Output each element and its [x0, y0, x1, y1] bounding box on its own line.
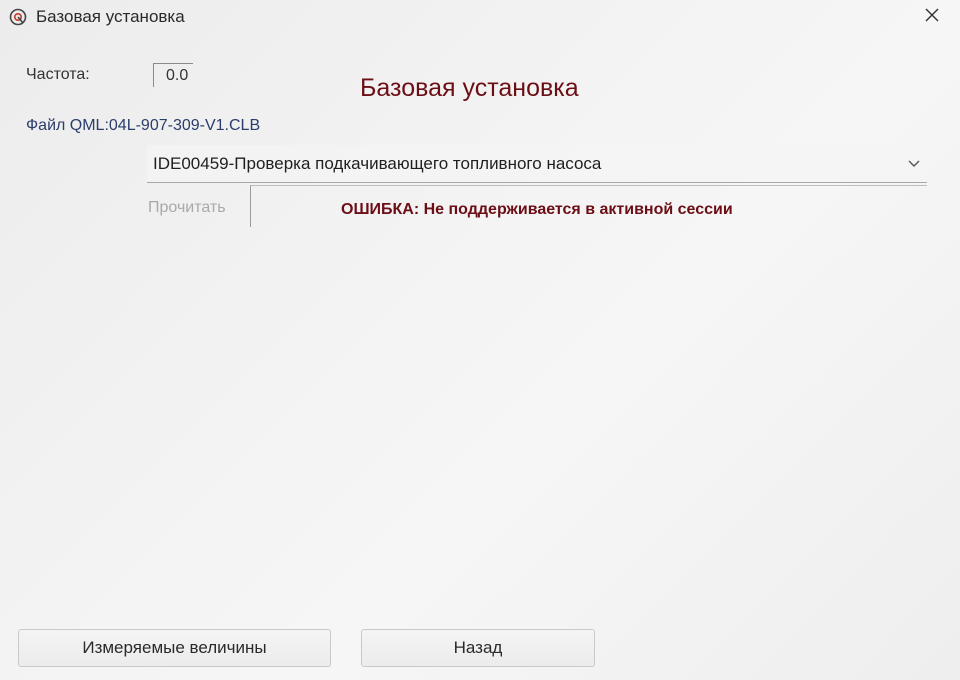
page-title: Базовая установка: [360, 74, 579, 102]
procedure-select-value: IDE00459-Проверка подкачивающего топливн…: [153, 154, 602, 173]
chevron-down-icon: [907, 157, 921, 171]
measured-values-button[interactable]: Измеряемые величины: [18, 629, 331, 667]
frequency-value: 0.0: [153, 63, 193, 87]
status-field: ОШИБКА: Не поддерживается в активной сес…: [250, 185, 927, 227]
back-button[interactable]: Назад: [361, 629, 595, 667]
close-icon: [925, 8, 939, 27]
qml-file-label: Файл QML:04L-907-309-V1.CLB: [26, 117, 261, 134]
close-button[interactable]: [912, 2, 952, 32]
error-message: ОШИБКА: Не поддерживается в активной сес…: [341, 201, 733, 218]
window-title: Базовая установка: [36, 7, 185, 26]
procedure-select[interactable]: IDE00459-Проверка подкачивающего топливн…: [147, 145, 927, 183]
read-button[interactable]: Прочитать: [148, 199, 226, 217]
title-bar: Базовая установка: [0, 0, 960, 34]
app-logo-icon: [8, 7, 28, 27]
frequency-label: Частота:: [26, 66, 90, 83]
base-setup-window: Базовая установка Частота: 0.0 Базовая у…: [0, 0, 960, 680]
